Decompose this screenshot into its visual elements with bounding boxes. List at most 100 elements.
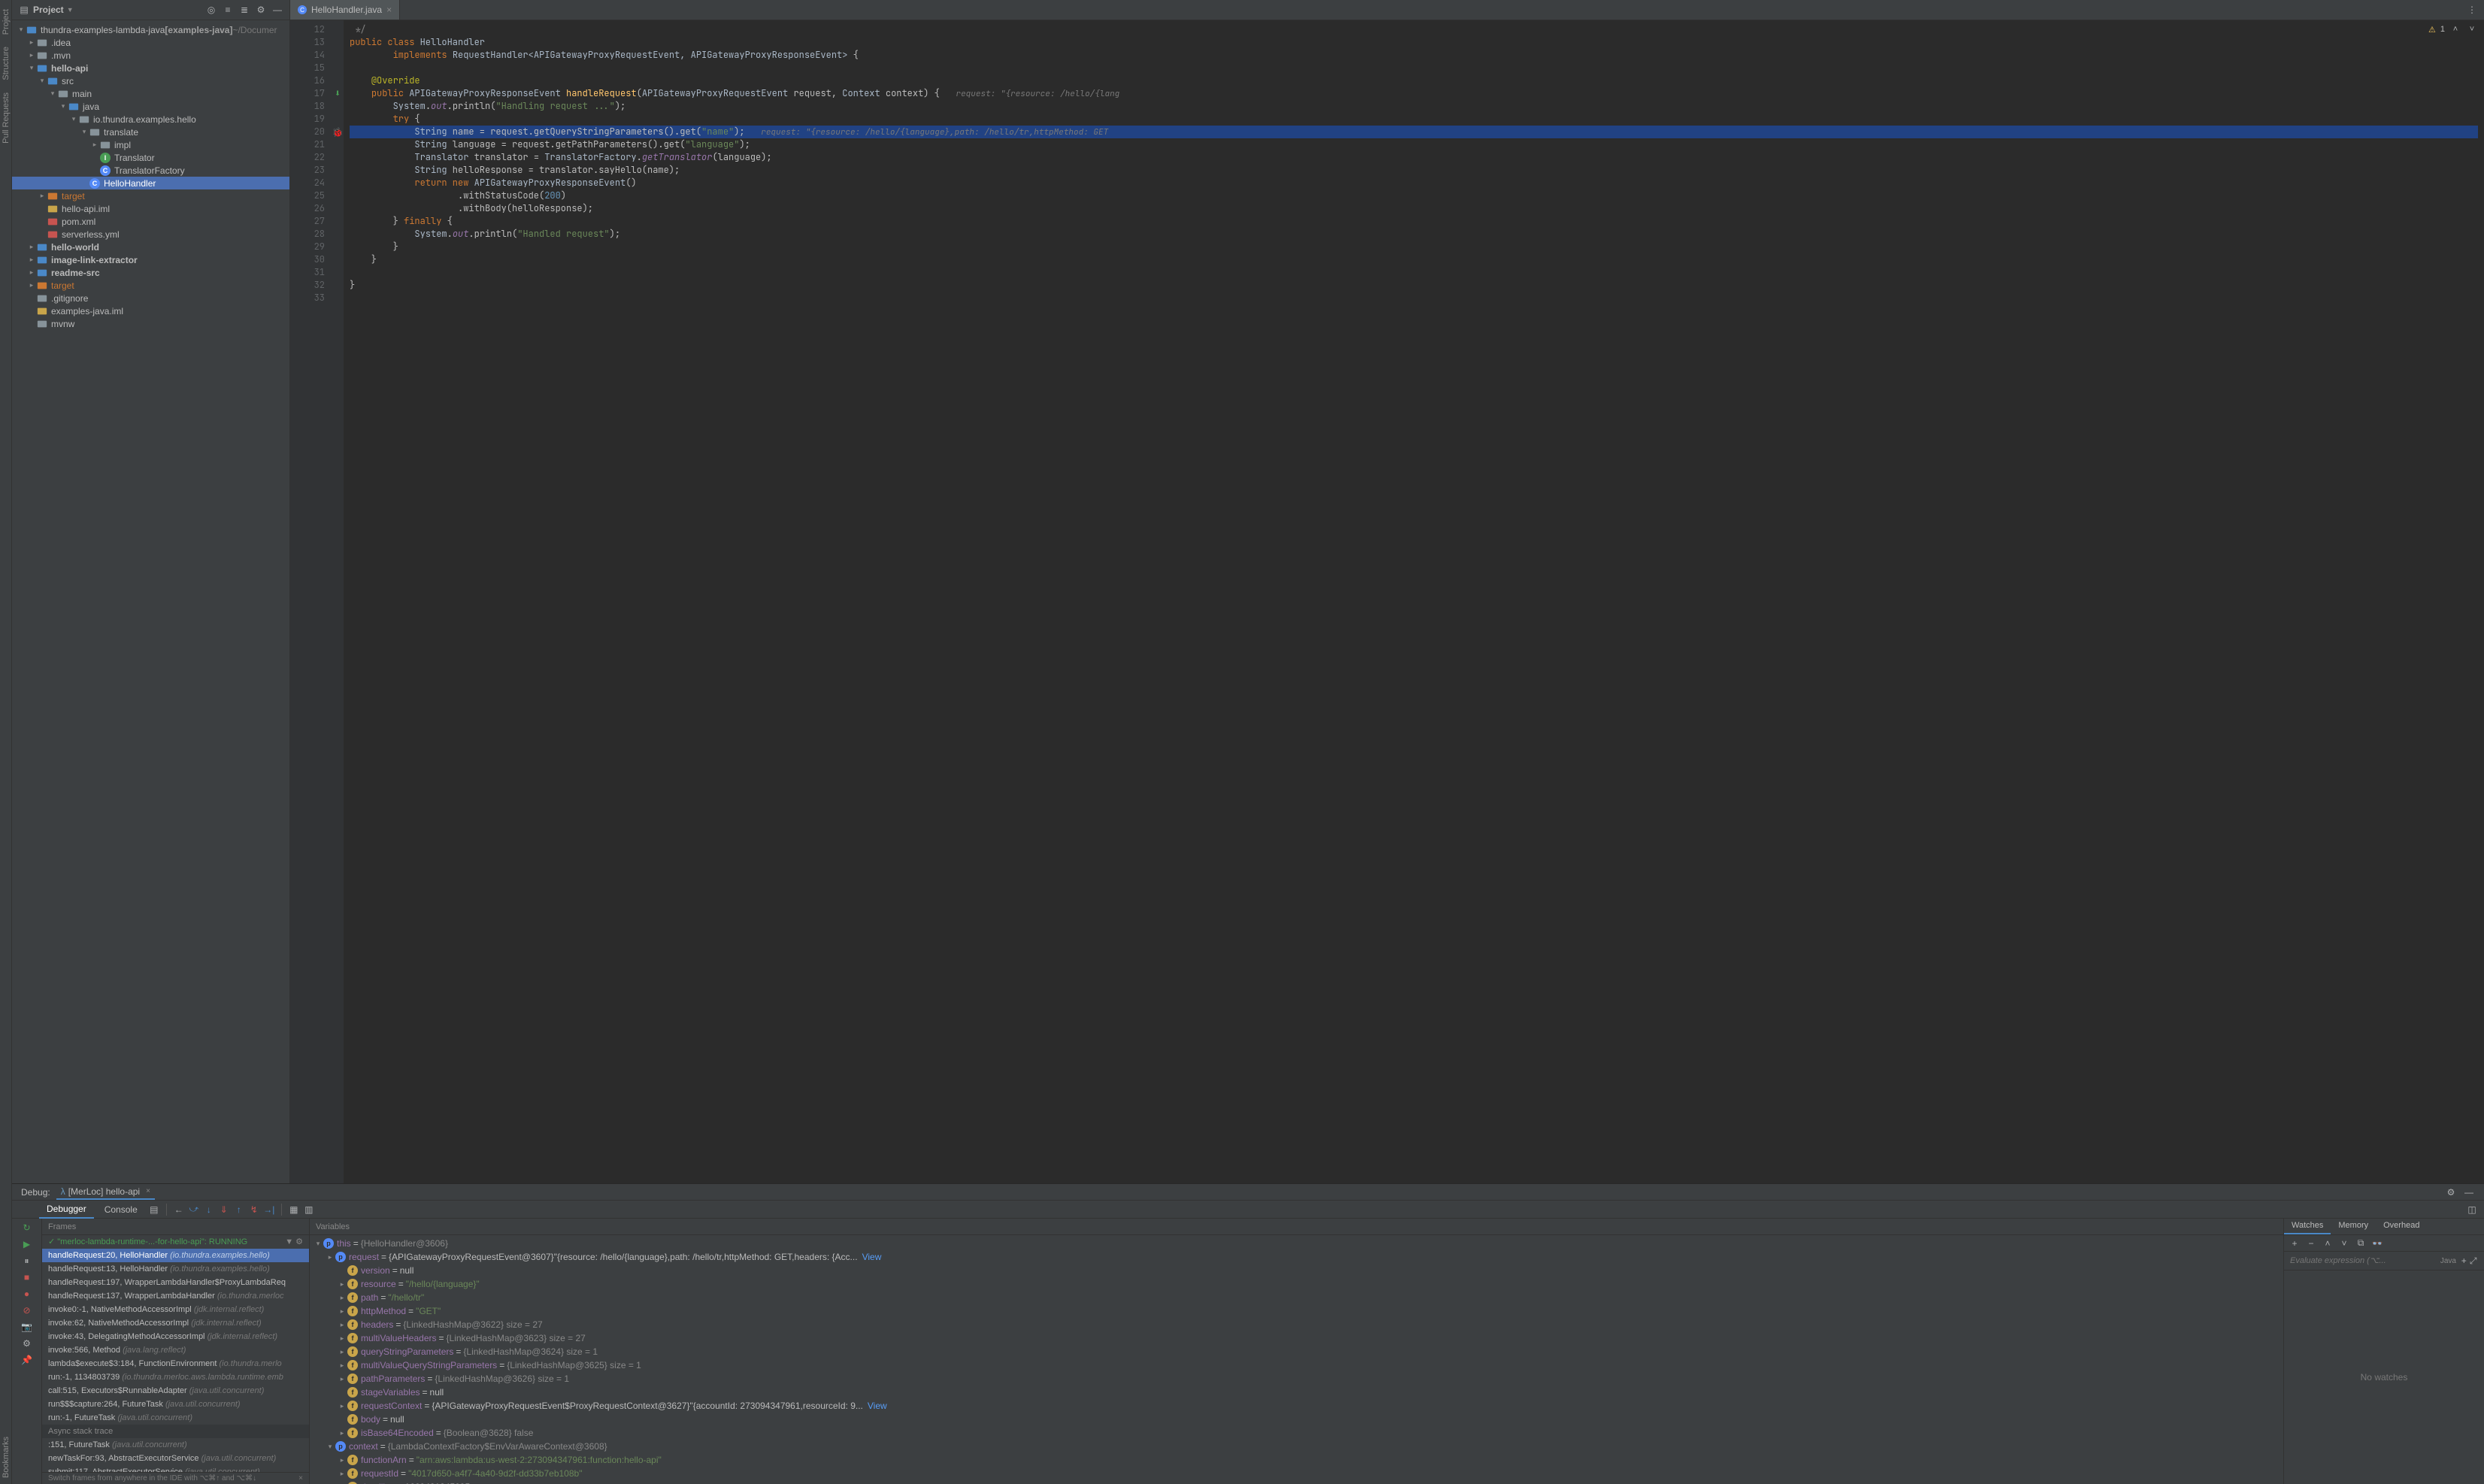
variable-row[interactable]: ▸ffunctionArn="arn:aws:lambda:us-west-2:… xyxy=(310,1453,2283,1467)
chevron-down-icon[interactable]: ▼ xyxy=(67,6,74,14)
variable-row[interactable]: ▸fresource="/hello/{language}" xyxy=(310,1277,2283,1291)
next-highlight-icon[interactable]: ˅ xyxy=(2466,23,2478,35)
frame-row[interactable]: invoke:566, Method (java.lang.reflect) xyxy=(42,1343,309,1357)
frame-row[interactable]: invoke:43, DelegatingMethodAccessorImpl … xyxy=(42,1330,309,1343)
variable-row[interactable]: ▸fqueryStringParameters={LinkedHashMap@3… xyxy=(310,1345,2283,1358)
watches-lang[interactable]: Java xyxy=(2437,1257,2459,1265)
frame-row[interactable]: :151, FutureTask (java.util.concurrent) xyxy=(42,1438,309,1452)
more-icon[interactable]: ⋮ xyxy=(2466,4,2478,16)
glasses-icon[interactable]: 👓 xyxy=(2371,1237,2383,1249)
variable-row[interactable]: ▸fpath="/hello/tr" xyxy=(310,1291,2283,1304)
tree-row[interactable]: ▾io.thundra.examples.hello xyxy=(12,113,289,126)
settings-icon[interactable]: ⚙ xyxy=(21,1337,33,1349)
gutter-structure[interactable]: Structure xyxy=(0,41,12,86)
frame-row[interactable]: lambda$execute$3:184, FunctionEnvironmen… xyxy=(42,1357,309,1370)
tree-row[interactable]: ▸image-link-extractor xyxy=(12,253,289,266)
variable-row[interactable]: ▸fheaders={LinkedHashMap@3622} size = 27 xyxy=(310,1318,2283,1331)
tab-overhead[interactable]: Overhead xyxy=(2376,1219,2427,1234)
frame-row[interactable]: handleRequest:197, WrapperLambdaHandler$… xyxy=(42,1276,309,1289)
evaluate-input[interactable] xyxy=(2290,1256,2437,1265)
evaluate-icon[interactable]: ▦ xyxy=(288,1204,300,1216)
hide-icon[interactable]: — xyxy=(2463,1186,2475,1198)
step-back-icon[interactable]: ← xyxy=(173,1204,185,1216)
editor-tab-hellohandler[interactable]: C HelloHandler.java × xyxy=(290,0,400,20)
frame-row[interactable]: handleRequest:13, HelloHandler (io.thund… xyxy=(42,1262,309,1276)
tree-row[interactable]: hello-api.iml xyxy=(12,202,289,215)
close-icon[interactable]: × xyxy=(146,1187,150,1195)
tree-row[interactable]: CTranslatorFactory xyxy=(12,164,289,177)
frame-row[interactable]: run$$$capture:264, FutureTask (java.util… xyxy=(42,1398,309,1411)
gutter-bookmarks[interactable]: Bookmarks xyxy=(0,1431,12,1484)
tree-row[interactable]: .gitignore xyxy=(12,292,289,304)
tree-row[interactable]: ▾main xyxy=(12,87,289,100)
code-area[interactable]: */public class HelloHandler implements R… xyxy=(344,20,2484,1183)
step-out-icon[interactable]: ↑ xyxy=(233,1204,245,1216)
variable-row[interactable]: ▸fhttpMethod="GET" xyxy=(310,1304,2283,1318)
tree-row[interactable]: ITranslator xyxy=(12,151,289,164)
target-icon[interactable]: ◎ xyxy=(205,4,217,16)
threads-icon[interactable]: ▤ xyxy=(148,1204,160,1216)
frame-row[interactable]: run:-1, FutureTask (java.util.concurrent… xyxy=(42,1411,309,1425)
breakpoints-icon[interactable]: ● xyxy=(21,1288,33,1300)
pause-icon[interactable]: ⏸ xyxy=(21,1255,33,1267)
tab-memory[interactable]: Memory xyxy=(2331,1219,2376,1234)
tab-console[interactable]: Console xyxy=(97,1201,145,1218)
hide-icon[interactable]: — xyxy=(271,4,283,16)
variable-row[interactable]: ▸frequestId="4017d650-a4f7-4a40-9d2f-dd3… xyxy=(310,1467,2283,1480)
warning-icon[interactable]: ⚠ xyxy=(2428,25,2436,35)
run-to-cursor-icon[interactable]: →| xyxy=(263,1204,275,1216)
tree-row[interactable]: serverless.yml xyxy=(12,228,289,241)
frames-list[interactable]: ✓ "merloc-lambda-runtime-...-for-hello-a… xyxy=(42,1235,309,1472)
debug-run-config[interactable]: λ [MerLoc] hello-api × xyxy=(56,1185,155,1200)
remove-watch-icon[interactable]: − xyxy=(2305,1237,2317,1249)
variables-list[interactable]: ▾pthis={HelloHandler@3606}▸prequest={API… xyxy=(310,1235,2283,1484)
tab-debugger[interactable]: Debugger xyxy=(39,1201,94,1219)
expand-icon[interactable]: ≡ xyxy=(222,4,234,16)
tree-row[interactable]: ▾hello-api xyxy=(12,62,289,74)
tree-row[interactable]: ▾thundra-examples-lambda-java [examples-… xyxy=(12,23,289,36)
add-icon[interactable]: + xyxy=(2459,1255,2469,1267)
drop-frame-icon[interactable]: ↯ xyxy=(248,1204,260,1216)
resume-icon[interactable]: ▶ xyxy=(21,1238,33,1250)
variable-row[interactable]: fbody=null xyxy=(310,1413,2283,1426)
tree-row[interactable]: CHelloHandler xyxy=(12,177,289,189)
layout-icon[interactable]: ◫ xyxy=(2466,1204,2478,1216)
down-icon[interactable]: ˅ xyxy=(2338,1237,2350,1249)
collapse-icon[interactable]: ≣ xyxy=(238,4,250,16)
variable-row[interactable]: fversion=null xyxy=(310,1264,2283,1277)
gear-icon[interactable]: ⚙ xyxy=(255,4,267,16)
tree-row[interactable]: ▸target xyxy=(12,279,289,292)
expand-icon[interactable]: ⤢ xyxy=(2468,1255,2478,1267)
add-watch-icon[interactable]: + xyxy=(2289,1237,2301,1249)
frame-row[interactable]: handleRequest:20, HelloHandler (io.thund… xyxy=(42,1249,309,1262)
tab-watches[interactable]: Watches xyxy=(2284,1219,2331,1234)
force-step-into-icon[interactable]: ⇓ xyxy=(218,1204,230,1216)
thread-row[interactable]: ✓ "merloc-lambda-runtime-...-for-hello-a… xyxy=(42,1235,309,1249)
tree-row[interactable]: mvnw xyxy=(12,317,289,330)
step-into-icon[interactable]: ↓ xyxy=(203,1204,215,1216)
tree-row[interactable]: ▸.mvn xyxy=(12,49,289,62)
variable-row[interactable]: ▾pthis={HelloHandler@3606} xyxy=(310,1237,2283,1250)
project-tree[interactable]: ▾thundra-examples-lambda-java [examples-… xyxy=(12,20,289,1183)
variable-row[interactable]: ▸fmultiValueQueryStringParameters={Linke… xyxy=(310,1358,2283,1372)
tree-row[interactable]: ▸impl xyxy=(12,138,289,151)
frame-row[interactable]: newTaskFor:93, AbstractExecutorService (… xyxy=(42,1452,309,1465)
variable-row[interactable]: ▸prequest={APIGatewayProxyRequestEvent@3… xyxy=(310,1250,2283,1264)
variable-row[interactable]: ▸fmultiValueHeaders={LinkedHashMap@3623}… xyxy=(310,1331,2283,1345)
step-over-icon[interactable]: ⤻ xyxy=(188,1204,200,1216)
frame-row[interactable]: handleRequest:137, WrapperLambdaHandler … xyxy=(42,1289,309,1303)
tree-row[interactable]: ▾src xyxy=(12,74,289,87)
gutter-project[interactable]: Project xyxy=(0,3,12,41)
editor-content[interactable]: 1213141516171819202122232425262728293031… xyxy=(290,20,2484,1183)
project-view-icon[interactable]: ▤ xyxy=(18,4,30,16)
trace-icon[interactable]: ▥ xyxy=(303,1204,315,1216)
frame-row[interactable]: submit:117, AbstractExecutorService (jav… xyxy=(42,1465,309,1472)
tree-row[interactable]: ▸target xyxy=(12,189,289,202)
copy-icon[interactable]: ⧉ xyxy=(2355,1237,2367,1249)
frame-row[interactable]: run:-1, 1134803739 (io.thundra.merloc.aw… xyxy=(42,1370,309,1384)
frame-row[interactable]: call:515, Executors$RunnableAdapter (jav… xyxy=(42,1384,309,1398)
variable-row[interactable]: ▾pcontext={LambdaContextFactory$EnvVarAw… xyxy=(310,1440,2283,1453)
variable-row[interactable]: fdeadline=1660421845095 xyxy=(310,1480,2283,1484)
camera-icon[interactable]: 📷 xyxy=(21,1321,33,1333)
variable-row[interactable]: ▸frequestContext={APIGatewayProxyRequest… xyxy=(310,1399,2283,1413)
